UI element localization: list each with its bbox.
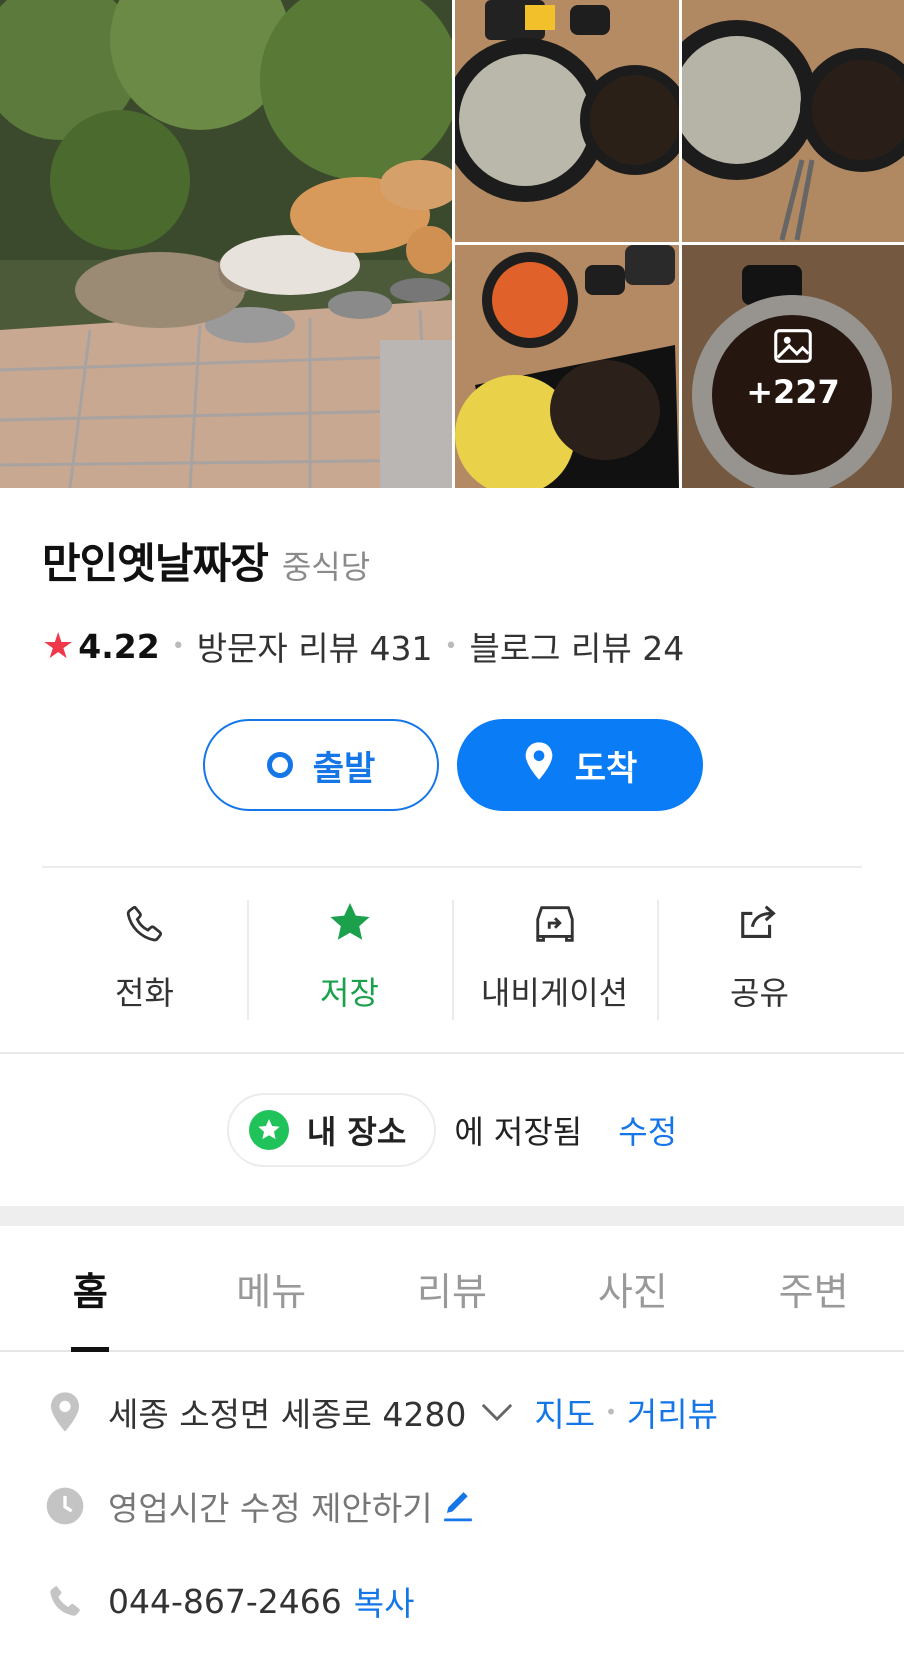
divider [0, 1052, 904, 1054]
phone-row: 044-867-2466 복사 [42, 1577, 415, 1625]
roadview-link[interactable]: 거리뷰 [627, 1388, 718, 1436]
call-button[interactable]: 전화 [42, 898, 247, 1020]
tab-photos[interactable]: 사진 [542, 1226, 723, 1350]
address-text: 세종 소정면 세종로 4280 [108, 1395, 467, 1434]
gallery-photo-3[interactable] [682, 0, 904, 242]
place-name: 만인옛날짜장 [42, 539, 269, 588]
location-pin-icon [523, 741, 575, 790]
review-stats: ★ 4.22 • 방문자 리뷰 431 • 블로그 리뷰 24 [42, 622, 684, 670]
separator-dot: • [171, 633, 185, 659]
tab-menu[interactable]: 메뉴 [181, 1226, 362, 1350]
hours-suggest-link[interactable]: 영업시간 수정 제안하기 [108, 1482, 433, 1530]
more-photos-overlay: +227 [682, 245, 904, 488]
map-link[interactable]: 지도 [534, 1388, 595, 1436]
place-category: 중식당 [281, 548, 371, 586]
route-end-label: 도착 [574, 748, 638, 789]
tab-reviews[interactable]: 리뷰 [362, 1226, 543, 1350]
clock-icon [42, 1486, 88, 1526]
visitor-reviews-link[interactable]: 방문자 리뷰 431 [197, 622, 433, 670]
share-label: 공유 [730, 974, 789, 1012]
more-photos-count: +227 [746, 372, 840, 411]
image-icon [770, 323, 816, 369]
phone-icon [123, 898, 167, 948]
place-title-row: 만인옛날짜장 중식당 [42, 530, 370, 591]
origin-dot-icon [266, 752, 293, 778]
rating-star-icon: ★ [42, 625, 75, 667]
gallery-photo-4[interactable] [455, 245, 679, 488]
share-button[interactable]: 공유 [657, 898, 862, 1020]
rating-value: 4.22 [78, 626, 160, 666]
location-pin-icon [42, 1391, 88, 1433]
action-bar: 전화 저장 내비게이션 공유 [42, 898, 862, 1020]
save-button[interactable]: 저장 [247, 898, 452, 1020]
star-icon [326, 898, 374, 948]
phone-icon [42, 1582, 88, 1620]
chevron-down-icon[interactable] [480, 1402, 514, 1422]
edit-saved-link[interactable]: 수정 [618, 1107, 677, 1153]
blog-reviews-link[interactable]: 블로그 리뷰 24 [469, 622, 684, 670]
saved-status-text: 에 저장됨 [454, 1113, 583, 1151]
navigation-car-icon [530, 898, 580, 948]
address-row: 세종 소정면 세종로 4280 지도 • 거리뷰 [42, 1388, 718, 1436]
pencil-icon[interactable] [441, 1488, 475, 1524]
saved-notice: 내 장소 에 저장됨 수정 [0, 1092, 904, 1168]
tab-nearby[interactable]: 주변 [723, 1226, 904, 1350]
gallery-photo-more[interactable]: +227 [682, 245, 904, 488]
star-badge-icon [248, 1110, 289, 1150]
separator-dot: • [444, 633, 458, 659]
tab-home[interactable]: 홈 [0, 1226, 181, 1350]
photo-gallery: +227 [0, 0, 904, 488]
route-start-label: 출발 [312, 748, 376, 789]
hours-row: 영업시간 수정 제안하기 [42, 1482, 475, 1530]
copy-phone-link[interactable]: 복사 [354, 1577, 415, 1625]
my-place-label: 내 장소 [306, 1113, 407, 1151]
phone-number: 044-867-2466 [108, 1581, 342, 1621]
route-end-button[interactable]: 도착 [457, 719, 703, 811]
my-place-chip[interactable]: 내 장소 [226, 1093, 437, 1167]
gallery-photo-main[interactable] [0, 0, 452, 488]
divider [42, 866, 862, 868]
gallery-photo-2[interactable] [455, 0, 679, 242]
separator-dot: • [605, 1400, 617, 1424]
tab-bar: 홈 메뉴 리뷰 사진 주변 [0, 1226, 904, 1352]
section-separator [0, 1206, 904, 1226]
navigation-label: 내비게이션 [480, 974, 629, 1012]
navigation-button[interactable]: 내비게이션 [452, 898, 657, 1020]
call-label: 전화 [115, 974, 174, 1012]
save-label: 저장 [320, 974, 379, 1012]
share-icon [737, 898, 783, 948]
route-start-button[interactable]: 출발 [203, 719, 439, 811]
